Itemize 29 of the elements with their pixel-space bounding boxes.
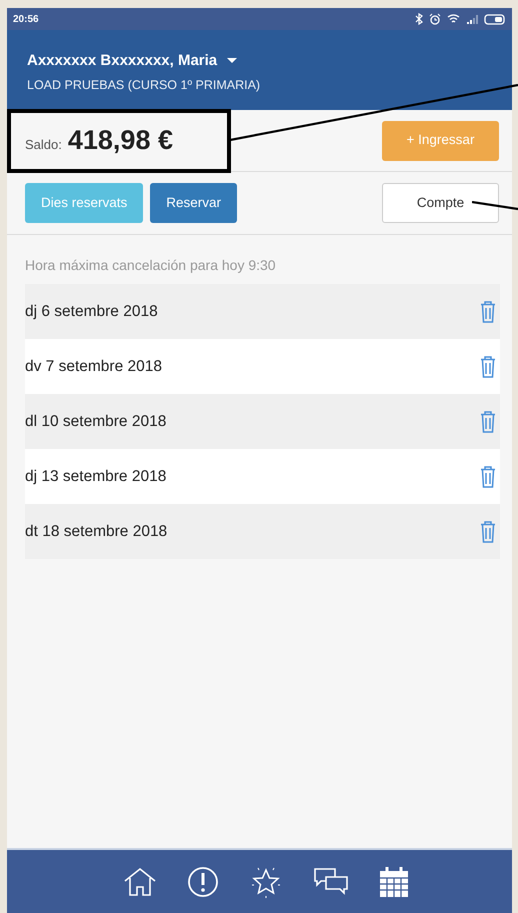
wifi-icon <box>447 14 460 24</box>
account-selector[interactable]: Axxxxxxx Bxxxxxxx, Maria <box>27 50 492 72</box>
course-subtitle: LOAD PRUEBAS (CURSO 1º PRIMARIA) <box>27 76 262 94</box>
reservation-date: dv 7 setembre 2018 <box>25 356 162 377</box>
balance-label: Saldo: <box>25 136 62 154</box>
trash-icon[interactable] <box>480 466 496 488</box>
calendar-icon[interactable] <box>378 866 408 898</box>
bluetooth-icon <box>415 13 423 25</box>
reserve-button[interactable]: Reservar <box>150 183 238 223</box>
status-time: 20:56 <box>13 12 39 26</box>
home-icon[interactable] <box>122 866 156 896</box>
trash-icon[interactable] <box>480 356 496 378</box>
reservation-date: dj 13 setembre 2018 <box>25 466 166 487</box>
chat-icon[interactable] <box>312 866 348 896</box>
trash-icon[interactable] <box>480 300 496 322</box>
signal-icon <box>466 14 478 24</box>
reservation-date: dj 6 setembre 2018 <box>25 302 158 322</box>
account-button[interactable]: Compte <box>382 183 499 223</box>
trash-icon[interactable] <box>480 410 496 432</box>
leader-line <box>472 201 518 211</box>
alert-icon[interactable] <box>186 866 218 898</box>
cancellation-note: Hora máxima cancelación para hoy 9:30 <box>24 256 277 275</box>
trash-icon[interactable] <box>480 520 496 542</box>
balance-amount: 418,98 € <box>68 124 173 158</box>
caret-icon <box>227 58 238 64</box>
reservation-date: dl 10 setembre 2018 <box>25 412 166 432</box>
battery-icon <box>484 14 506 24</box>
alarm-icon <box>429 13 441 25</box>
reservation-date: dt 18 setembre 2018 <box>25 522 168 542</box>
